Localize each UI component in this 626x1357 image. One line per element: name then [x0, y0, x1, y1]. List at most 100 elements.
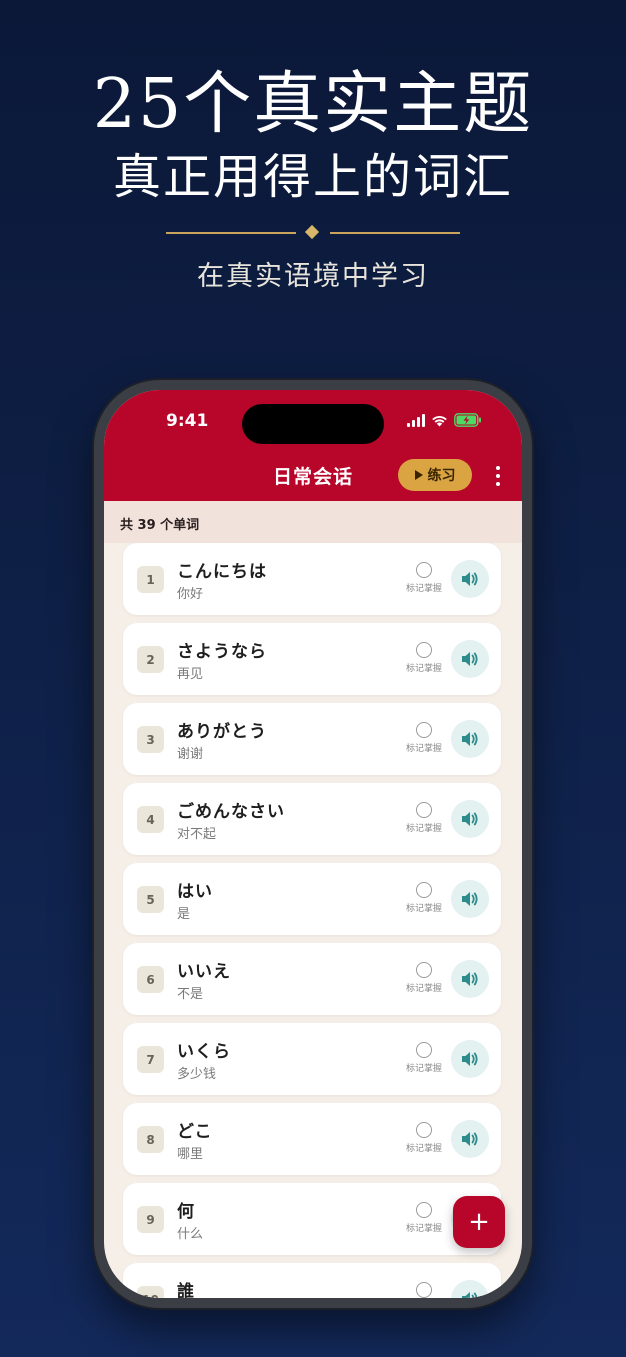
item-number: 8 [137, 1126, 164, 1153]
mark-label: 标记掌握 [405, 1224, 442, 1234]
mark-mastered-toggle[interactable]: 标记掌握 [401, 882, 447, 914]
phone-frame: 9:41 日常会话 练习 共 39 个单词 1 こんにちは 你好 标记掌握 2 … [94, 380, 532, 1308]
mark-label: 标记掌握 [405, 1144, 442, 1154]
hero-subtitle: 在真实语境中学习 [197, 261, 429, 292]
item-word: はい [177, 882, 213, 902]
app-bar: 9:41 日常会话 练习 [104, 390, 522, 501]
item-meaning: 再见 [177, 667, 204, 682]
radio-circle-icon [416, 642, 432, 658]
list-item[interactable]: 4 ごめんなさい 对不起 标记掌握 [123, 783, 501, 855]
word-count-bar: 共 39 个单词 [104, 501, 522, 543]
item-meaning: 多少钱 [177, 1067, 217, 1082]
mark-mastered-toggle[interactable]: 标记掌握 [401, 1202, 447, 1234]
item-word: ありがとう [177, 722, 267, 742]
radio-circle-icon [416, 1042, 432, 1058]
item-word: いくら [177, 1042, 231, 1062]
wifi-icon [431, 414, 448, 427]
dynamic-island [242, 404, 384, 444]
status-time: 9:41 [166, 411, 209, 431]
item-meaning: 不是 [177, 987, 204, 1002]
speaker-button[interactable] [451, 1120, 489, 1158]
item-meaning: 对不起 [177, 827, 217, 842]
list-item[interactable]: 2 さようなら 再见 标记掌握 [123, 623, 501, 695]
speaker-button[interactable] [451, 1280, 489, 1298]
mark-mastered-toggle[interactable]: 标记掌握 [401, 1122, 447, 1154]
mark-mastered-toggle[interactable]: 标记掌握 [401, 1042, 447, 1074]
item-meaning: 是 [177, 907, 191, 922]
speaker-icon [462, 812, 478, 826]
speaker-button[interactable] [451, 800, 489, 838]
mark-label: 标记掌握 [405, 904, 442, 914]
divider-line-left [166, 232, 296, 234]
speaker-icon [462, 1132, 478, 1146]
speaker-button[interactable] [451, 720, 489, 758]
list-item[interactable]: 6 いいえ 不是 标记掌握 [123, 943, 501, 1015]
item-word: 誰 [177, 1282, 195, 1298]
radio-circle-icon [416, 962, 432, 978]
list-item[interactable]: 3 ありがとう 谢谢 标记掌握 [123, 703, 501, 775]
mark-mastered-toggle[interactable]: 标记掌握 [401, 722, 447, 754]
radio-circle-icon [416, 802, 432, 818]
radio-circle-icon [416, 722, 432, 738]
list-item[interactable]: 10 誰 标记掌握 [123, 1263, 501, 1298]
speaker-icon [462, 732, 478, 746]
item-number: 9 [137, 1206, 164, 1233]
mark-label: 标记掌握 [405, 744, 442, 754]
speaker-icon [462, 572, 478, 586]
radio-circle-icon [416, 882, 432, 898]
add-word-button[interactable]: + [453, 1196, 505, 1248]
hero-headline: 25个真实主题 真正用得上的词汇 [0, 64, 626, 208]
mark-mastered-toggle[interactable]: 标记掌握 [401, 962, 447, 994]
speaker-button[interactable] [451, 880, 489, 918]
speaker-icon [462, 972, 478, 986]
speaker-button[interactable] [451, 960, 489, 998]
list-item[interactable]: 1 こんにちは 你好 标记掌握 [123, 543, 501, 615]
speaker-icon [462, 892, 478, 906]
mark-mastered-toggle[interactable]: 标记掌握 [401, 562, 447, 594]
ornament-divider [166, 224, 460, 240]
mark-label: 标记掌握 [405, 984, 442, 994]
status-icons [407, 412, 482, 428]
item-word: こんにちは [177, 562, 267, 582]
list-item[interactable]: 5 はい 是 标记掌握 [123, 863, 501, 935]
divider-line-right [330, 232, 460, 234]
speaker-button[interactable] [451, 1040, 489, 1078]
mark-label: 标记掌握 [405, 584, 442, 594]
item-meaning: 你好 [177, 587, 204, 602]
list-item[interactable]: 8 どこ 哪里 标记掌握 [123, 1103, 501, 1175]
radio-circle-icon [416, 1122, 432, 1138]
battery-charging-icon [454, 413, 482, 427]
word-count-text: 共 39 个单词 [120, 518, 200, 533]
more-options-icon[interactable] [492, 466, 504, 486]
radio-circle-icon [416, 1282, 432, 1298]
item-word: ごめんなさい [177, 802, 285, 822]
item-number: 5 [137, 886, 164, 913]
speaker-button[interactable] [451, 640, 489, 678]
speaker-icon [462, 1052, 478, 1066]
item-number: 3 [137, 726, 164, 753]
mark-mastered-toggle[interactable]: 标记掌握 [401, 802, 447, 834]
item-meaning: 哪里 [177, 1147, 204, 1162]
diamond-icon [304, 224, 320, 240]
signal-icon [407, 413, 425, 427]
play-icon [414, 470, 423, 480]
hero-title-line2: 真正用得上的词汇 [112, 149, 513, 205]
radio-circle-icon [416, 1202, 432, 1218]
item-number: 2 [137, 646, 164, 673]
speaker-icon [462, 652, 478, 666]
practice-button[interactable]: 练习 [398, 459, 472, 491]
mark-mastered-toggle[interactable]: 标记掌握 [401, 1282, 447, 1298]
list-item[interactable]: 9 何 什么 标记掌握 [123, 1183, 501, 1255]
mark-label: 标记掌握 [405, 664, 442, 674]
radio-circle-icon [416, 562, 432, 578]
item-word: 何 [177, 1202, 195, 1222]
mark-mastered-toggle[interactable]: 标记掌握 [401, 642, 447, 674]
item-word: いいえ [177, 962, 231, 982]
item-number: 1 [137, 566, 164, 593]
item-number: 10 [137, 1286, 164, 1298]
hero-title-line1: 25个真实主题 [92, 65, 534, 144]
item-number: 4 [137, 806, 164, 833]
speaker-button[interactable] [451, 560, 489, 598]
item-number: 6 [137, 966, 164, 993]
list-item[interactable]: 7 いくら 多少钱 标记掌握 [123, 1023, 501, 1095]
